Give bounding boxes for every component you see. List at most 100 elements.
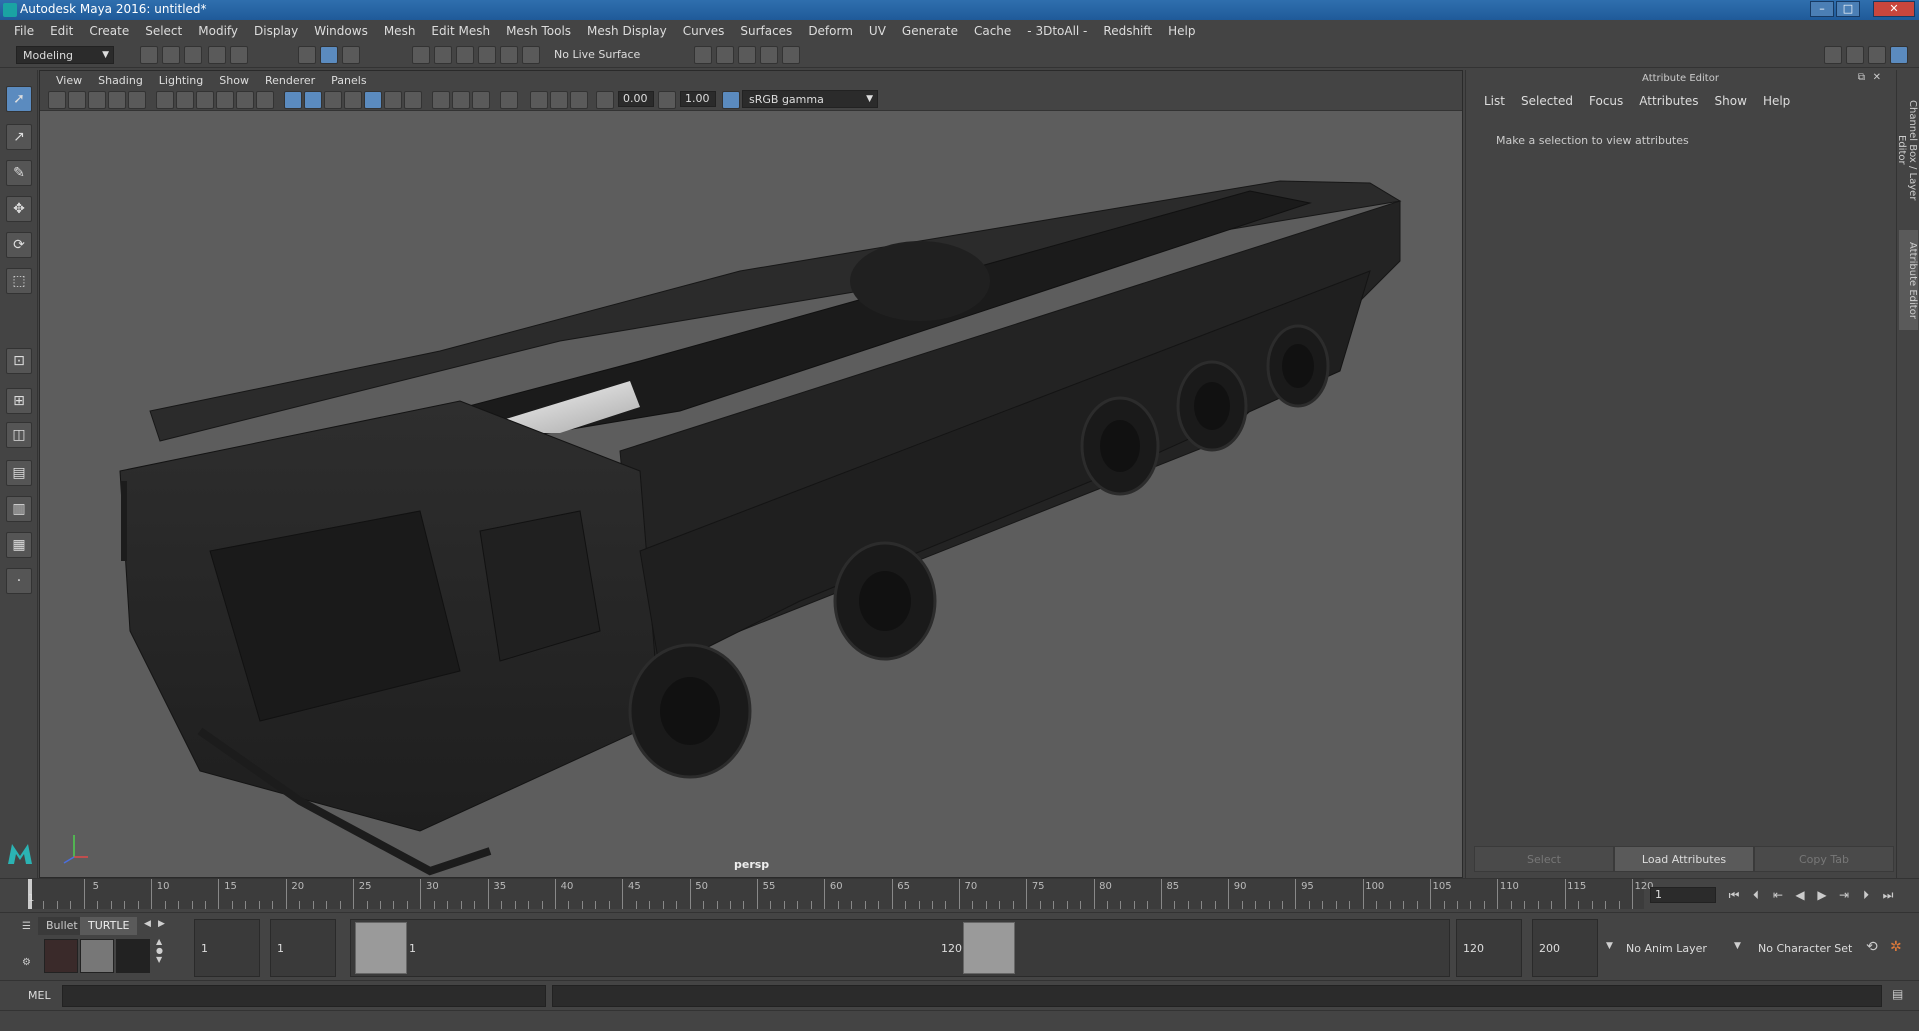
- move-tool-icon[interactable]: ✥: [6, 196, 32, 222]
- animation-preferences-icon[interactable]: ✲: [1890, 939, 1902, 955]
- shelf-menu-icon[interactable]: ☰: [22, 921, 31, 932]
- snap-grid-icon[interactable]: [412, 46, 430, 64]
- step-back-key-icon[interactable]: ⇤: [1770, 887, 1786, 903]
- open-scene-icon[interactable]: [162, 46, 180, 64]
- ae-select-button[interactable]: Select: [1474, 846, 1614, 872]
- maximize-button[interactable]: □: [1836, 1, 1860, 17]
- panel-menu-lighting[interactable]: Lighting: [151, 74, 211, 87]
- single-perspective-layout-icon[interactable]: ⊡: [6, 348, 32, 374]
- camera-select-icon[interactable]: [48, 91, 66, 109]
- layout-options-icon[interactable]: ·: [6, 568, 32, 594]
- menu-mesh-tools[interactable]: Mesh Tools: [498, 24, 579, 38]
- load-attributes-button[interactable]: Load Attributes: [1614, 846, 1754, 872]
- view-transform-dropdown[interactable]: sRGB gamma ▼: [742, 90, 878, 108]
- wireframe-on-shaded-icon[interactable]: [324, 91, 342, 109]
- command-input[interactable]: [62, 985, 546, 1007]
- depth-of-field-icon[interactable]: [472, 91, 490, 109]
- minimize-button[interactable]: –: [1810, 1, 1834, 17]
- shelf-scroll-right-icon[interactable]: ▶: [158, 919, 165, 929]
- snap-live-icon[interactable]: [522, 46, 540, 64]
- xray-icon[interactable]: [530, 91, 548, 109]
- undo-icon[interactable]: [208, 46, 226, 64]
- snap-curve-icon[interactable]: [434, 46, 452, 64]
- isolate-select-icon[interactable]: [500, 91, 518, 109]
- close-button[interactable]: ✕: [1873, 1, 1915, 17]
- ipr-render-icon[interactable]: [738, 46, 756, 64]
- range-end-handle[interactable]: [963, 922, 1015, 974]
- field-chart-icon[interactable]: [236, 91, 254, 109]
- resolution-gate-icon[interactable]: [196, 91, 214, 109]
- playback-end-field[interactable]: 120: [1456, 919, 1522, 977]
- end-time-menu-icon[interactable]: ▼: [1606, 941, 1613, 951]
- scale-tool-icon[interactable]: ⬚: [6, 268, 32, 294]
- step-forward-frame-icon[interactable]: ⏵: [1858, 887, 1874, 903]
- animation-end-field[interactable]: 200: [1532, 919, 1598, 977]
- menu-uv[interactable]: UV: [861, 24, 894, 38]
- color-management-icon[interactable]: [722, 91, 740, 109]
- menu-surfaces[interactable]: Surfaces: [732, 24, 800, 38]
- playback-start-field[interactable]: 1: [270, 919, 336, 977]
- xray-joints-icon[interactable]: [550, 91, 568, 109]
- snap-surface-icon[interactable]: [500, 46, 518, 64]
- script-language-toggle[interactable]: MEL: [28, 989, 51, 1002]
- menu-3dtoall[interactable]: - 3DtoAll -: [1019, 24, 1095, 38]
- go-to-start-icon[interactable]: ⏮: [1726, 887, 1742, 903]
- new-scene-icon[interactable]: [140, 46, 158, 64]
- step-back-frame-icon[interactable]: ⏴: [1748, 887, 1764, 903]
- menu-set-dropdown[interactable]: Modeling ▼: [16, 46, 114, 64]
- persp-outliner-layout-icon[interactable]: ▤: [6, 460, 32, 486]
- turtle-bake-shelf-icon[interactable]: [80, 939, 114, 973]
- ae-menu-focus[interactable]: Focus: [1581, 94, 1631, 108]
- shelf-settings-icon[interactable]: ⚙: [22, 957, 31, 968]
- snap-view-plane-icon[interactable]: [478, 46, 496, 64]
- animation-start-field[interactable]: 1: [194, 919, 260, 977]
- two-d-pan-zoom-icon[interactable]: [128, 91, 146, 109]
- bookmark-icon[interactable]: [88, 91, 106, 109]
- graph-layout-icon[interactable]: ▥: [6, 496, 32, 522]
- use-all-lights-icon[interactable]: [364, 91, 382, 109]
- go-to-end-icon[interactable]: ⏭: [1880, 887, 1896, 903]
- tool-settings-toggle-icon[interactable]: [1868, 46, 1886, 64]
- select-object-icon[interactable]: [320, 46, 338, 64]
- two-panes-layout-icon[interactable]: ◫: [6, 422, 32, 448]
- ambient-occlusion-icon[interactable]: [404, 91, 422, 109]
- anim-layer-field[interactable]: No Anim Layer: [1620, 919, 1726, 977]
- copy-tab-button[interactable]: Copy Tab: [1754, 846, 1894, 872]
- ae-menu-attributes[interactable]: Attributes: [1631, 94, 1706, 108]
- paint-select-tool-icon[interactable]: ✎: [6, 160, 32, 186]
- smooth-shade-icon[interactable]: [304, 91, 322, 109]
- exposure-field[interactable]: 0.00: [618, 91, 654, 107]
- step-forward-key-icon[interactable]: ⇥: [1836, 887, 1852, 903]
- render-current-icon[interactable]: [716, 46, 734, 64]
- menu-help[interactable]: Help: [1160, 24, 1203, 38]
- hypershade-icon[interactable]: [782, 46, 800, 64]
- select-hierarchy-icon[interactable]: [298, 46, 316, 64]
- panel-menu-view[interactable]: View: [48, 74, 90, 87]
- motion-blur-icon[interactable]: [432, 91, 450, 109]
- save-scene-icon[interactable]: [184, 46, 202, 64]
- redo-icon[interactable]: [230, 46, 248, 64]
- shelf-tab-bullet[interactable]: Bullet: [38, 917, 86, 935]
- menu-display[interactable]: Display: [246, 24, 306, 38]
- menu-select[interactable]: Select: [137, 24, 190, 38]
- attribute-editor-tab[interactable]: Attribute Editor: [1899, 230, 1918, 330]
- rotate-tool-icon[interactable]: ⟳: [6, 232, 32, 258]
- lasso-tool-icon[interactable]: ↗: [6, 124, 32, 150]
- attribute-editor-toggle-icon[interactable]: [1846, 46, 1864, 64]
- panel-menu-panels[interactable]: Panels: [323, 74, 374, 87]
- range-bar[interactable]: 1 120: [350, 919, 1450, 977]
- turtle-render-shelf-icon[interactable]: [44, 939, 78, 973]
- live-surface-field[interactable]: No Live Surface: [548, 46, 648, 64]
- menu-generate[interactable]: Generate: [894, 24, 966, 38]
- snap-point-icon[interactable]: [456, 46, 474, 64]
- safe-action-icon[interactable]: [256, 91, 274, 109]
- menu-file[interactable]: File: [6, 24, 42, 38]
- scene-view[interactable]: persp: [40, 111, 1462, 879]
- range-handle[interactable]: 1 120: [351, 920, 1015, 976]
- character-set-field[interactable]: No Character Set: [1752, 919, 1862, 977]
- four-view-layout-icon[interactable]: ⊞: [6, 388, 32, 414]
- menu-deform[interactable]: Deform: [800, 24, 861, 38]
- turtle-surface-shelf-icon[interactable]: [116, 939, 150, 973]
- channel-box-toggle-icon[interactable]: [1890, 46, 1908, 64]
- select-component-icon[interactable]: [342, 46, 360, 64]
